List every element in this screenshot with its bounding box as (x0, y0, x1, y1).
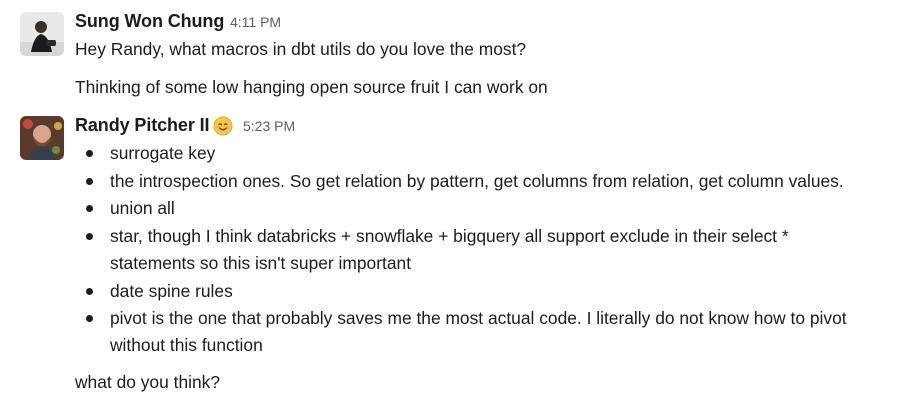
list-item-text: statements so this isn't super important (110, 253, 412, 273)
smiling-face-emoji[interactable] (213, 116, 233, 136)
bullet-marker (86, 178, 93, 185)
list-item-text: union all (110, 198, 175, 218)
list-item-text: surrogate key (110, 143, 216, 163)
avatar[interactable] (20, 12, 64, 56)
list-item-text: date spine rules (110, 281, 233, 301)
message-text: Hey Randy, what macros in dbt utils do y… (75, 39, 527, 59)
avatar[interactable] (20, 116, 64, 160)
timestamp[interactable]: 5:23 PM (243, 115, 295, 137)
bullet-marker (86, 315, 93, 322)
bullet-marker (86, 233, 93, 240)
bullet-marker (86, 150, 93, 157)
bullet-marker (86, 288, 93, 295)
author-name[interactable]: Sung Won Chung (75, 10, 224, 32)
bullet-marker (86, 205, 93, 212)
message-text: what do you think? (75, 372, 221, 392)
list-item-text: star, though I think databricks + snowfl… (110, 226, 789, 246)
message-text: Thinking of some low hanging open source… (75, 77, 548, 97)
list-item-text: without this function (110, 335, 263, 355)
timestamp[interactable]: 4:11 PM (230, 11, 281, 33)
author-name[interactable]: Randy Pitcher II (75, 114, 210, 136)
list-item-text: the introspection ones. So get relation … (110, 171, 844, 191)
list-item-text: pivot is the one that probably saves me … (110, 308, 847, 328)
